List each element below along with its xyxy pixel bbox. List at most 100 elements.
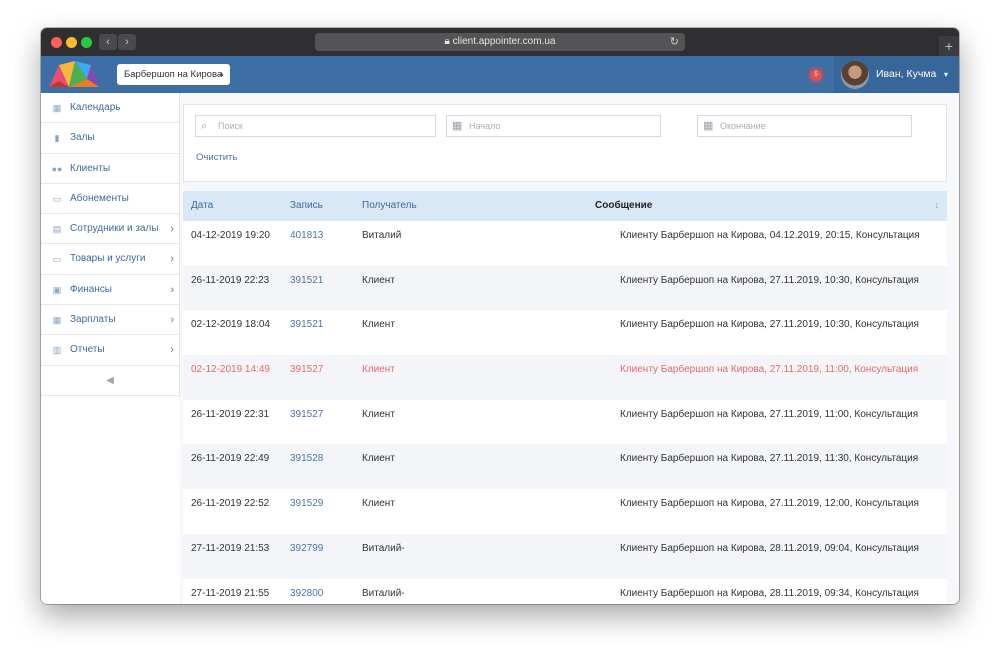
bookmark-icon: ▮	[54, 133, 60, 144]
message-cell: Клиенту Барбершоп на Кирова, 28.11.2019,…	[620, 542, 919, 554]
message-cell: Клиенту Барбершоп на Кирова, 27.11.2019,…	[620, 319, 919, 331]
sidebar-item-calendar[interactable]: ▦ Календарь	[41, 93, 179, 124]
table-row[interactable]: 26-11-2019 22:52 391529 Клиент Клиенту Барб…	[183, 489, 947, 534]
sidebar-item-label: Отчеты	[70, 344, 105, 356]
chevron-right-icon: ›	[170, 253, 174, 266]
table-header: Дата Запись Получатель Сообщение ↓	[183, 191, 947, 221]
sidebar-item-label: Финансы	[70, 283, 112, 295]
reload-icon[interactable]: ↻	[670, 33, 679, 51]
table-row[interactable]: 27-11-2019 21:53 392799 Виталий- Клиенту Ба…	[183, 533, 947, 579]
record-link[interactable]: 391528	[290, 444, 323, 474]
browser-window: ‹ › 🔒︎ client.appointer.com.ua ↻ + Барбе…	[41, 28, 959, 604]
back-button[interactable]: ‹	[99, 34, 117, 50]
date-cell: 26-11-2019 22:52	[191, 498, 270, 510]
maximize-window-button[interactable]	[81, 37, 92, 48]
new-tab-button[interactable]: +	[939, 36, 959, 56]
notification-badge[interactable]: 5	[810, 69, 822, 81]
end-date-placeholder: Окончание	[720, 121, 766, 131]
record-link[interactable]: 391527	[290, 400, 323, 430]
chevron-right-icon: ›	[170, 283, 174, 296]
card-icon: ▭	[52, 193, 62, 204]
date-cell: 26-11-2019 22:31	[191, 408, 270, 420]
sidebar-collapse-button[interactable]: ◀	[41, 366, 179, 396]
record-link[interactable]: 401813	[290, 221, 323, 251]
column-header-date[interactable]: Дата	[191, 191, 213, 221]
forward-button[interactable]: ›	[118, 34, 136, 50]
record-link[interactable]: 392800	[290, 579, 323, 605]
sidebar-item-label: Зарплаты	[70, 314, 116, 326]
user-menu[interactable]: Иван, Кучма ▾	[834, 56, 959, 93]
date-cell: 04-12-2019 19:20	[191, 230, 270, 241]
close-window-button[interactable]	[51, 37, 62, 48]
table-row[interactable]: 04-12-2019 19:20 401813 Виталий Клиенту Бар…	[183, 221, 947, 266]
sidebar-item-subscriptions[interactable]: ▭ Абонементы	[41, 184, 179, 215]
card-icon: ▭	[52, 254, 62, 265]
search-placeholder: Поиск	[218, 121, 243, 131]
sidebar-item-label: Залы	[70, 132, 95, 144]
calculator-icon: ▦	[52, 315, 62, 326]
column-header-message[interactable]: Сообщение	[595, 191, 652, 221]
appointer-logo-icon[interactable]	[45, 59, 103, 90]
date-cell: 02-12-2019 14:49	[191, 364, 270, 376]
recipient-cell: Виталий-	[362, 587, 405, 599]
sidebar-item-label: Клиенты	[70, 162, 111, 174]
clear-filters-link[interactable]: Очистить	[196, 152, 237, 163]
sidebar-item-goods[interactable]: ▭ Товары и услуги ›	[41, 244, 179, 275]
chevron-down-icon: ▾	[944, 70, 949, 79]
search-icon: ⌕	[201, 120, 208, 132]
record-link[interactable]: 391529	[290, 489, 323, 519]
recipient-cell: Клиент	[362, 408, 395, 420]
record-link[interactable]: 391527	[290, 355, 323, 385]
message-cell: Клиенту Барбершоп на Кирова, 28.11.2019,…	[620, 587, 919, 599]
table-row[interactable]: 27-11-2019 21:55 392800 Виталий- Клиенту Ба…	[183, 578, 947, 605]
users-icon: ●●	[51, 163, 63, 174]
table-row[interactable]: 02-12-2019 18:04 391521 Клиент Клиенту Барб…	[183, 310, 947, 356]
url-text: client.appointer.com.ua	[452, 36, 556, 47]
id-card-icon: ▤	[52, 224, 62, 235]
record-link[interactable]: 392799	[290, 534, 323, 564]
date-cell: 27-11-2019 21:53	[191, 542, 270, 554]
filter-panel: ⌕ Поиск ▦ Начало ▦ Окончание Очистить	[183, 104, 947, 182]
table-body: 04-12-2019 19:20 401813 Виталий Клиенту Бар…	[183, 221, 947, 604]
location-select-value: Барбершоп на Кирова	[124, 69, 223, 80]
sidebar-item-salaries[interactable]: ▦ Зарплаты ›	[41, 305, 179, 336]
user-name: Иван, Кучма	[876, 68, 937, 80]
sidebar-item-reports[interactable]: ▥ Отчеты ›	[41, 335, 179, 366]
record-link[interactable]: 391521	[290, 310, 323, 340]
sidebar-item-label: Абонементы	[70, 192, 129, 204]
sidebar-item-finance[interactable]: ▣ Финансы ›	[41, 275, 179, 306]
lock-icon: 🔒︎	[444, 36, 453, 47]
column-header-record[interactable]: Запись	[290, 191, 323, 221]
chevron-right-icon: ›	[170, 344, 174, 357]
chevron-right-icon: ›	[170, 223, 174, 236]
search-input[interactable]: ⌕ Поиск	[195, 115, 436, 137]
recipient-cell: Клиент	[362, 453, 395, 465]
message-cell: Клиенту Барбершоп на Кирова, 27.11.2019,…	[620, 498, 919, 510]
recipient-cell: Клиент	[362, 498, 395, 510]
location-select[interactable]: Барбершоп на Кирова ▲	[117, 64, 230, 85]
table-row[interactable]: 02-12-2019 14:49 391527 Клиент Клиенту Барб…	[183, 355, 947, 400]
sidebar-item-label: Сотрудники и залы	[70, 223, 159, 235]
table-row[interactable]: 26-11-2019 22:49 391528 Клиент Клиенту Барб…	[183, 444, 947, 490]
sidebar-item-staff[interactable]: ▤ Сотрудники и залы ›	[41, 214, 179, 245]
table-row[interactable]: 26-11-2019 22:23 391521 Клиент Клиенту Барб…	[183, 265, 947, 311]
money-icon: ▣	[52, 284, 62, 295]
column-header-recipient[interactable]: Получатель	[362, 191, 417, 221]
date-cell: 27-11-2019 21:55	[191, 587, 270, 599]
start-date-field[interactable]: ▦ Начало	[446, 115, 661, 137]
collapse-left-icon: ◀	[106, 374, 114, 386]
date-cell: 26-11-2019 22:23	[191, 274, 270, 286]
minimize-window-button[interactable]	[66, 37, 77, 48]
sidebar-item-halls[interactable]: ▮ Залы	[41, 123, 179, 154]
end-date-field[interactable]: ▦ Окончание	[697, 115, 912, 137]
sidebar: ▦ Календарь ▮ Залы ●● Клиенты ▭ Абонемен…	[41, 93, 180, 398]
message-cell: Клиенту Барбершоп на Кирова, 04.12.2019,…	[620, 230, 920, 241]
message-cell: Клиенту Барбершоп на Кирова, 27.11.2019,…	[620, 274, 919, 286]
avatar	[841, 61, 869, 89]
address-bar[interactable]: 🔒︎ client.appointer.com.ua ↻	[315, 33, 685, 51]
sidebar-item-clients[interactable]: ●● Клиенты	[41, 154, 179, 184]
record-link[interactable]: 391521	[290, 266, 323, 296]
sort-icon[interactable]: ↓	[934, 191, 939, 221]
date-cell: 02-12-2019 18:04	[191, 319, 270, 331]
table-row[interactable]: 26-11-2019 22:31 391527 Клиент Клиенту Барб…	[183, 399, 947, 445]
